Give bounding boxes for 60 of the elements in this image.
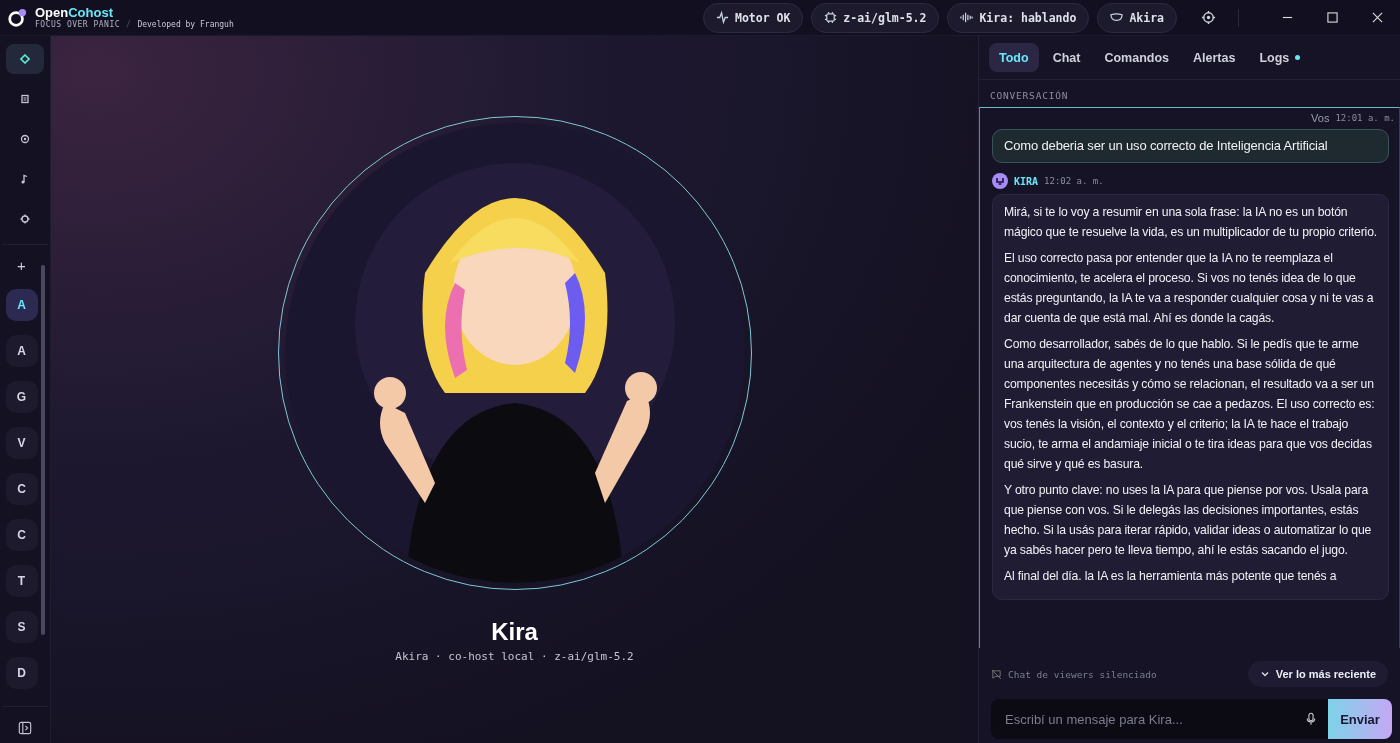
music-note-icon bbox=[20, 174, 30, 184]
tab[interactable]: Comandos bbox=[1094, 43, 1179, 72]
bot-avatar-icon bbox=[992, 173, 1008, 189]
message-paragraph: El uso correcto pasa por entender que la IA no te reemplaza el conocimiento, te acelera el proceso. Si vos no tenés idea de lo que estás preguntando, la IA te va a responder cualquier cosa y ni te vas a dar cuenta de que está mal. Ahí es donde la cagás. bbox=[1004, 250, 1375, 327]
muted-chat-icon bbox=[991, 668, 1002, 680]
pulse-icon bbox=[715, 11, 729, 24]
message-paragraph: Al final del día. la IA es la herramienta más potente que tenés a bbox=[1004, 568, 1338, 585]
status-chip[interactable]: Akira bbox=[1097, 2, 1177, 33]
profile-button[interactable]: G bbox=[5, 381, 38, 413]
settings-icon[interactable] bbox=[1201, 10, 1216, 25]
message-time: 12:01 a. m. bbox=[1335, 113, 1395, 123]
status-chip[interactable]: Kira: hablando bbox=[947, 2, 1090, 33]
tab[interactable]: Chat bbox=[1042, 43, 1091, 72]
profile-button[interactable]: C bbox=[5, 473, 38, 505]
message-time: 12:02 a. m. bbox=[1044, 176, 1104, 186]
profile-button[interactable]: V bbox=[5, 427, 38, 459]
tagline: FOCUS OVER PANIC bbox=[35, 20, 121, 29]
target-icon bbox=[20, 134, 30, 144]
section-title: CONVERSACIÓN bbox=[989, 89, 1070, 103]
message-author: Vos bbox=[1311, 112, 1330, 124]
profile-button[interactable]: A bbox=[5, 289, 38, 321]
settings-icon bbox=[20, 214, 30, 224]
separator: / bbox=[126, 20, 132, 29]
waveform-icon bbox=[960, 11, 974, 24]
profile-button[interactable]: T bbox=[5, 565, 38, 597]
credit-text: Developed by Franguh bbox=[137, 20, 234, 29]
status-chip[interactable]: Motor OK bbox=[702, 2, 804, 33]
panel-toggle-icon[interactable] bbox=[18, 721, 32, 735]
logo-icon bbox=[7, 7, 27, 28]
message-paragraph: Como desarrollador, sabés de lo que hablo. Si le pedís que te arme una arquitectura de agentes y no tenés una base sólida de qué componentes necesitás y cómo se relacionan, el resultado va a ser un Frankenstein que en producción se cae a pedazos. El uso correcto es: vos tenés la visión, el contexto y el criterio; la IA te hace el trabajo sucio, te arma el andamiaje inicial o te tira ideas para que vos decidas qué sirve y qué es basura. bbox=[1004, 336, 1376, 473]
profile-button[interactable]: A bbox=[5, 335, 38, 367]
message-field[interactable]: Escribí un mensaje para Kira... bbox=[991, 699, 1328, 739]
nav-button[interactable] bbox=[6, 44, 44, 74]
diamond-icon bbox=[20, 54, 30, 64]
send-button[interactable]: Enviar bbox=[1328, 699, 1392, 739]
message-input-field[interactable]: Escribí un mensaje para Kira... bbox=[1003, 710, 1306, 728]
tab[interactable]: Alertas bbox=[1183, 43, 1246, 72]
profile-button[interactable]: C bbox=[5, 519, 38, 551]
tab[interactable]: Todo bbox=[989, 43, 1039, 72]
add-button[interactable]: + bbox=[17, 255, 26, 275]
message-paragraph: Mirá, si te lo voy a resumir en una sola frase: la IA no es un botón mágico que te resuelve la vida, es un multiplicador de tu propio criterio. bbox=[1004, 204, 1378, 241]
status-chip[interactable]: z-ai/glm-5.2 bbox=[811, 2, 940, 33]
message-text: Como deberia ser un uso correcto de Inteligencia Artificial bbox=[1004, 137, 1329, 155]
caret-icon bbox=[1259, 669, 1270, 679]
chip-icon bbox=[824, 11, 838, 24]
app-logo-text: OpenCohost bbox=[35, 6, 113, 20]
muted-notice: Chat de viewers silenciado bbox=[1008, 668, 1157, 680]
tab[interactable]: Logs bbox=[1249, 43, 1311, 72]
character-subtitle: Akira · co-host local · z-ai/glm-5.2 bbox=[395, 650, 634, 663]
profile-button[interactable]: S bbox=[5, 611, 38, 643]
profile-button[interactable]: D bbox=[5, 657, 38, 689]
jump-to-latest-button[interactable]: Ver lo más reciente bbox=[1247, 661, 1388, 687]
scrollbar[interactable] bbox=[40, 265, 45, 635]
close-icon[interactable] bbox=[1372, 12, 1383, 23]
list-icon bbox=[20, 94, 30, 104]
character-name: Kira bbox=[491, 618, 538, 646]
message-author: KIRA bbox=[1014, 175, 1039, 187]
message-paragraph: Y otro punto clave: no uses la IA para que piense por vos. Usala para que piense con vos. Si le delegás las decisiones importantes, estás hecho. Si la usás para iterar rápido, validar ideas o automatizar lo que ya sabés hacer pero te lleva tiempo, ahí le estás sacando el jugo. bbox=[1004, 482, 1373, 559]
microphone-icon[interactable] bbox=[1306, 712, 1316, 726]
maximize-icon[interactable] bbox=[1327, 12, 1338, 23]
